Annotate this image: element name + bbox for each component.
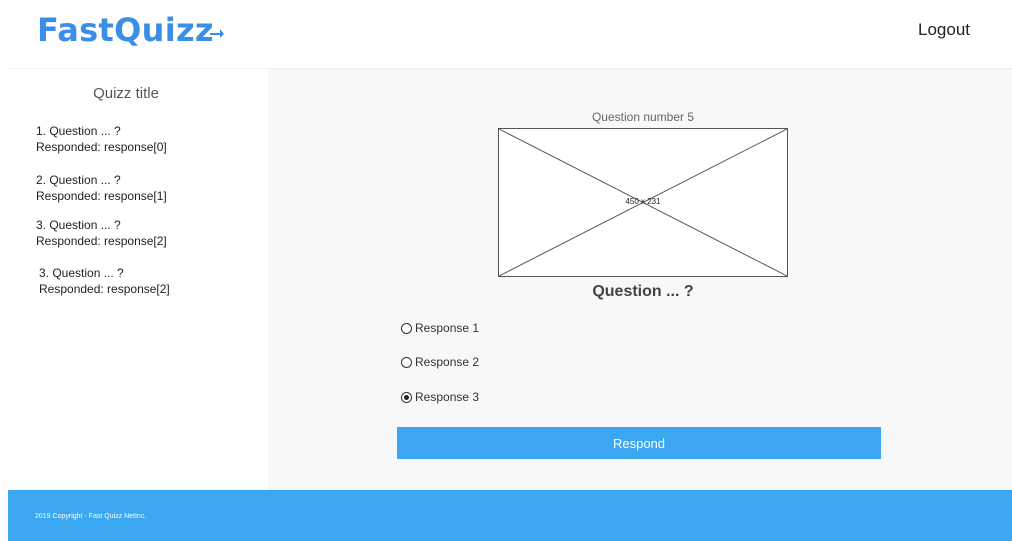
quiz-title: Quizz title [93,85,159,102]
response-option-label: Response 2 [415,355,480,369]
response-option[interactable]: Response 3 [401,390,479,404]
sidebar-question-item[interactable]: 3. Question ... ? Responded: response[2] [39,265,170,297]
sidebar-response-text: Responded: response[1] [36,189,167,203]
footer: 2019 Copyright - Fast Quizz NetInc. [8,490,1012,541]
response-option[interactable]: Response 1 [401,321,479,335]
main-area: Quizz title 1. Question ... ? Responded:… [8,68,1012,491]
sidebar-question-text: 3. Question ... ? [39,266,124,280]
response-option-label: Response 3 [415,390,480,404]
response-option[interactable]: Response 2 [401,355,479,369]
respond-button[interactable]: Respond [397,427,881,459]
sidebar-question-item[interactable]: 1. Question ... ? Responded: response[0] [36,123,167,155]
sidebar: Quizz title 1. Question ... ? Responded:… [8,69,268,491]
placeholder-size-label: 450 x 231 [625,197,661,206]
radio-button[interactable] [401,356,412,368]
response-option-label: Response 1 [415,321,480,335]
logo-arrow-icon [209,8,224,46]
logout-link[interactable]: Logout [918,20,970,40]
sidebar-question-text: 3. Question ... ? [36,218,121,232]
app: FastQuizz Logout Quizz title 1. Question… [0,0,1012,541]
sidebar-response-text: Responded: response[2] [39,282,170,296]
header: FastQuizz Logout [0,0,1012,68]
sidebar-response-text: Responded: response[2] [36,234,167,248]
logo[interactable]: FastQuizz [37,8,224,49]
sidebar-question-item[interactable]: 3. Question ... ? Responded: response[2] [36,217,167,249]
sidebar-question-item[interactable]: 2. Question ... ? Responded: response[1] [36,172,167,204]
sidebar-question-text: 1. Question ... ? [36,124,121,138]
footer-copyright: 2019 Copyright - Fast Quizz NetInc. [35,513,147,520]
radio-button-selected[interactable] [401,391,412,403]
radio-button[interactable] [401,322,412,334]
question-text: Question ... ? [592,283,694,300]
question-image-placeholder: 450 x 231 [498,128,788,277]
sidebar-question-text: 2. Question ... ? [36,173,121,187]
question-number: Question number 5 [591,110,695,124]
logo-text: FastQuizz [37,11,214,49]
sidebar-response-text: Responded: response[0] [36,140,167,154]
